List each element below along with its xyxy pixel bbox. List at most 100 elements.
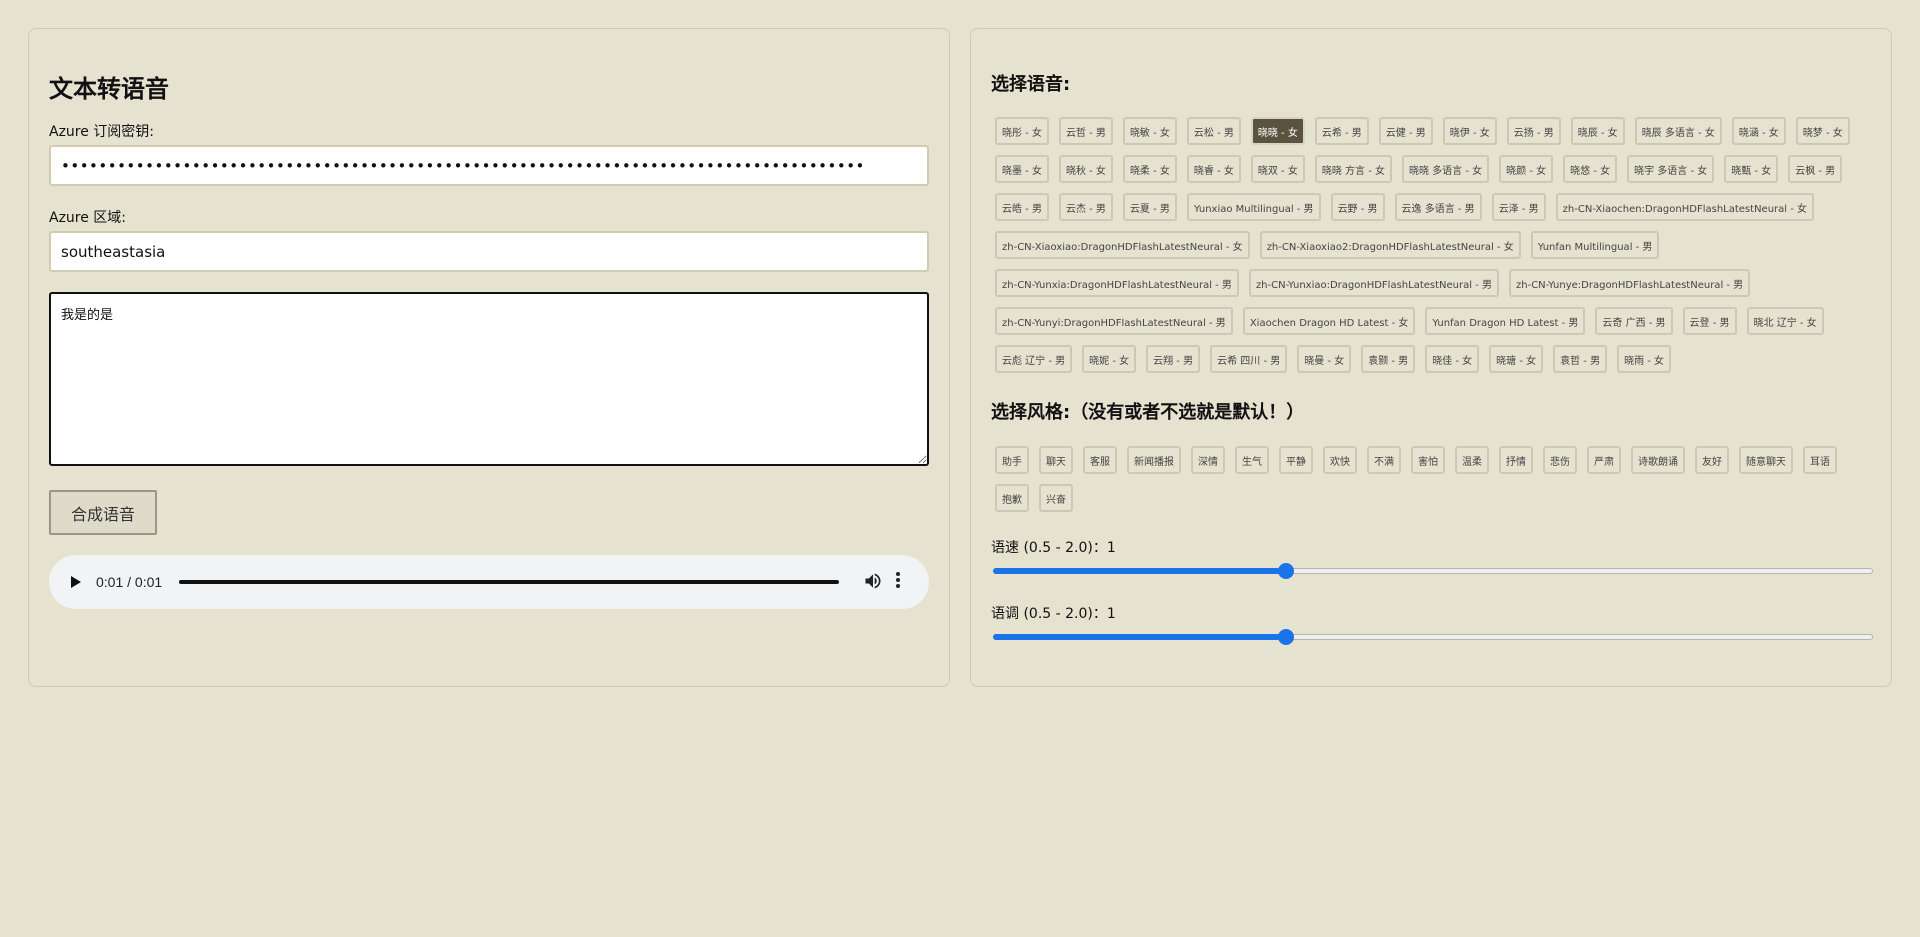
- rate-label: 语速 (0.5 - 2.0)：1: [991, 540, 1116, 556]
- voice-option[interactable]: 云扬 - 男: [1506, 117, 1561, 145]
- voice-option[interactable]: zh-CN-Yunye:DragonHDFlashLatestNeural - …: [1509, 269, 1751, 297]
- voice-option[interactable]: zh-CN-Yunxiao:DragonHDFlashLatestNeural …: [1248, 269, 1499, 297]
- style-option[interactable]: 助手: [995, 446, 1029, 474]
- azure-region-label: Azure 区域:: [49, 210, 127, 226]
- voice-option[interactable]: 晓晓 方言 - 女: [1314, 155, 1392, 183]
- slider-thumb[interactable]: [1278, 563, 1295, 579]
- voice-option[interactable]: 晓墨 - 女: [995, 155, 1049, 183]
- voice-option[interactable]: Yunfan Dragon HD Latest - 男: [1425, 307, 1586, 335]
- pitch-slider[interactable]: [993, 629, 1873, 645]
- voice-option[interactable]: 晓涵 - 女: [1731, 117, 1786, 145]
- voice-option[interactable]: Xiaochen Dragon HD Latest - 女: [1242, 307, 1416, 335]
- voice-option[interactable]: 云登 - 男: [1682, 307, 1737, 335]
- voice-option[interactable]: 云枫 - 男: [1788, 155, 1843, 183]
- voice-option[interactable]: 云希 四川 - 男: [1210, 345, 1288, 373]
- azure-region-input[interactable]: [49, 231, 929, 272]
- azure-key-input[interactable]: [49, 145, 929, 186]
- play-icon[interactable]: [71, 576, 81, 588]
- voice-option[interactable]: 云野 - 男: [1330, 193, 1385, 221]
- volume-icon[interactable]: [863, 569, 883, 593]
- voice-option[interactable]: 晓柔 - 女: [1122, 155, 1177, 183]
- style-option[interactable]: 生气: [1235, 446, 1269, 474]
- voice-option[interactable]: 晓晓 多语言 - 女: [1402, 155, 1490, 183]
- voice-option[interactable]: 云泽 - 男: [1491, 193, 1546, 221]
- voice-option[interactable]: 云杰 - 男: [1058, 193, 1113, 221]
- settings-panel: 选择语音: 晓彤 - 女云哲 - 男晓敏 - 女云松 - 男晓晓 - 女云希 -…: [970, 28, 1892, 687]
- style-option[interactable]: 平静: [1279, 446, 1313, 474]
- voice-option[interactable]: 晓辰 多语言 - 女: [1634, 117, 1722, 145]
- more-vertical-icon[interactable]: [895, 572, 901, 592]
- voice-option[interactable]: Yunxiao Multilingual - 男: [1186, 193, 1321, 221]
- style-option[interactable]: 随意聊天: [1739, 446, 1793, 474]
- style-option[interactable]: 兴奋: [1039, 484, 1073, 512]
- style-option[interactable]: 害怕: [1411, 446, 1445, 474]
- voice-option[interactable]: 晓睿 - 女: [1186, 155, 1241, 183]
- voice-option[interactable]: 晓晓 - 女: [1250, 117, 1305, 145]
- voice-option[interactable]: 晓佳 - 女: [1425, 345, 1480, 373]
- voice-option[interactable]: 云松 - 男: [1186, 117, 1241, 145]
- voice-option[interactable]: 晓悠 - 女: [1563, 155, 1618, 183]
- page-title: 文本转语音: [49, 75, 169, 103]
- azure-key-label: Azure 订阅密钥:: [49, 124, 155, 140]
- voice-list: 晓彤 - 女云哲 - 男晓敏 - 女云松 - 男晓晓 - 女云希 - 男云健 -…: [995, 117, 1855, 373]
- voice-option[interactable]: 晓秋 - 女: [1058, 155, 1113, 183]
- voice-option[interactable]: 云夏 - 男: [1122, 193, 1177, 221]
- style-option[interactable]: 诗歌朗诵: [1631, 446, 1685, 474]
- voice-option[interactable]: 袁颢 - 男: [1361, 345, 1416, 373]
- voice-option[interactable]: zh-CN-Xiaoxiao:DragonHDFlashLatestNeural…: [995, 231, 1250, 259]
- voice-option[interactable]: 晓瑭 - 女: [1489, 345, 1544, 373]
- voice-option[interactable]: 云希 - 男: [1314, 117, 1369, 145]
- voice-option[interactable]: 晓伊 - 女: [1442, 117, 1497, 145]
- voice-option[interactable]: 云翔 - 男: [1146, 345, 1201, 373]
- voice-option[interactable]: 晓雨 - 女: [1617, 345, 1672, 373]
- style-option[interactable]: 新闻播报: [1127, 446, 1181, 474]
- style-option[interactable]: 悲伤: [1543, 446, 1577, 474]
- style-list: 助手 聊天 客服 新闻播报 深情 生气 平静 欢快 不满 害怕 温柔 抒情 悲伤 严肃 诗歌朗诵 友好 随意聊天…: [995, 446, 1855, 512]
- style-option[interactable]: 严肃: [1587, 446, 1621, 474]
- style-option[interactable]: 友好: [1695, 446, 1729, 474]
- voice-option[interactable]: 晓彤 - 女: [995, 117, 1049, 145]
- audio-progress-bar[interactable]: [179, 580, 839, 584]
- slider-fill: [993, 634, 1287, 640]
- voice-option[interactable]: 晓敏 - 女: [1122, 117, 1177, 145]
- voice-option[interactable]: 晓颜 - 女: [1499, 155, 1554, 183]
- synthesize-button[interactable]: 合成语音: [49, 490, 157, 535]
- audio-player: 0:01 / 0:01: [49, 555, 929, 609]
- voice-option[interactable]: 晓甄 - 女: [1724, 155, 1779, 183]
- voice-option[interactable]: zh-CN-Xiaochen:DragonHDFlashLatestNeural…: [1555, 193, 1815, 221]
- slider-fill: [993, 568, 1287, 574]
- slider-thumb[interactable]: [1278, 629, 1295, 645]
- rate-slider[interactable]: [993, 563, 1873, 579]
- voice-option[interactable]: 晓宇 多语言 - 女: [1627, 155, 1715, 183]
- text-input-area[interactable]: 我是的是: [49, 292, 929, 466]
- pitch-label: 语调 (0.5 - 2.0)：1: [991, 606, 1116, 622]
- voice-option[interactable]: 云彪 辽宁 - 男: [995, 345, 1073, 373]
- voice-option[interactable]: 晓梦 - 女: [1795, 117, 1850, 145]
- voice-option[interactable]: 云逸 多语言 - 男: [1394, 193, 1482, 221]
- style-option[interactable]: 不满: [1367, 446, 1401, 474]
- voice-option[interactable]: 晓妮 - 女: [1082, 345, 1137, 373]
- style-option[interactable]: 耳语: [1803, 446, 1837, 474]
- style-option[interactable]: 欢快: [1323, 446, 1357, 474]
- voice-option[interactable]: zh-CN-Yunxia:DragonHDFlashLatestNeural -…: [995, 269, 1239, 297]
- voice-option[interactable]: zh-CN-Yunyi:DragonHDFlashLatestNeural - …: [995, 307, 1233, 335]
- voice-option[interactable]: 云哲 - 男: [1058, 117, 1113, 145]
- voice-option[interactable]: 晓曼 - 女: [1297, 345, 1352, 373]
- style-option[interactable]: 抱歉: [995, 484, 1029, 512]
- style-option[interactable]: 聊天: [1039, 446, 1073, 474]
- voice-option[interactable]: 晓北 辽宁 - 女: [1746, 307, 1824, 335]
- voice-option[interactable]: 云皓 - 男: [995, 193, 1049, 221]
- style-option[interactable]: 客服: [1083, 446, 1117, 474]
- voice-option[interactable]: zh-CN-Xiaoxiao2:DragonHDFlashLatestNeura…: [1259, 231, 1521, 259]
- voice-heading: 选择语音:: [991, 74, 1071, 95]
- style-heading: 选择风格:（没有或者不选就是默认！）: [991, 402, 1305, 423]
- voice-option[interactable]: 云健 - 男: [1378, 117, 1433, 145]
- voice-option[interactable]: 云奇 广西 - 男: [1595, 307, 1673, 335]
- voice-option[interactable]: 晓双 - 女: [1250, 155, 1305, 183]
- voice-option[interactable]: 晓辰 - 女: [1570, 117, 1625, 145]
- style-option[interactable]: 温柔: [1455, 446, 1489, 474]
- voice-option[interactable]: Yunfan Multilingual - 男: [1530, 231, 1660, 259]
- style-option[interactable]: 深情: [1191, 446, 1225, 474]
- voice-option[interactable]: 袁哲 - 男: [1553, 345, 1608, 373]
- style-option[interactable]: 抒情: [1499, 446, 1533, 474]
